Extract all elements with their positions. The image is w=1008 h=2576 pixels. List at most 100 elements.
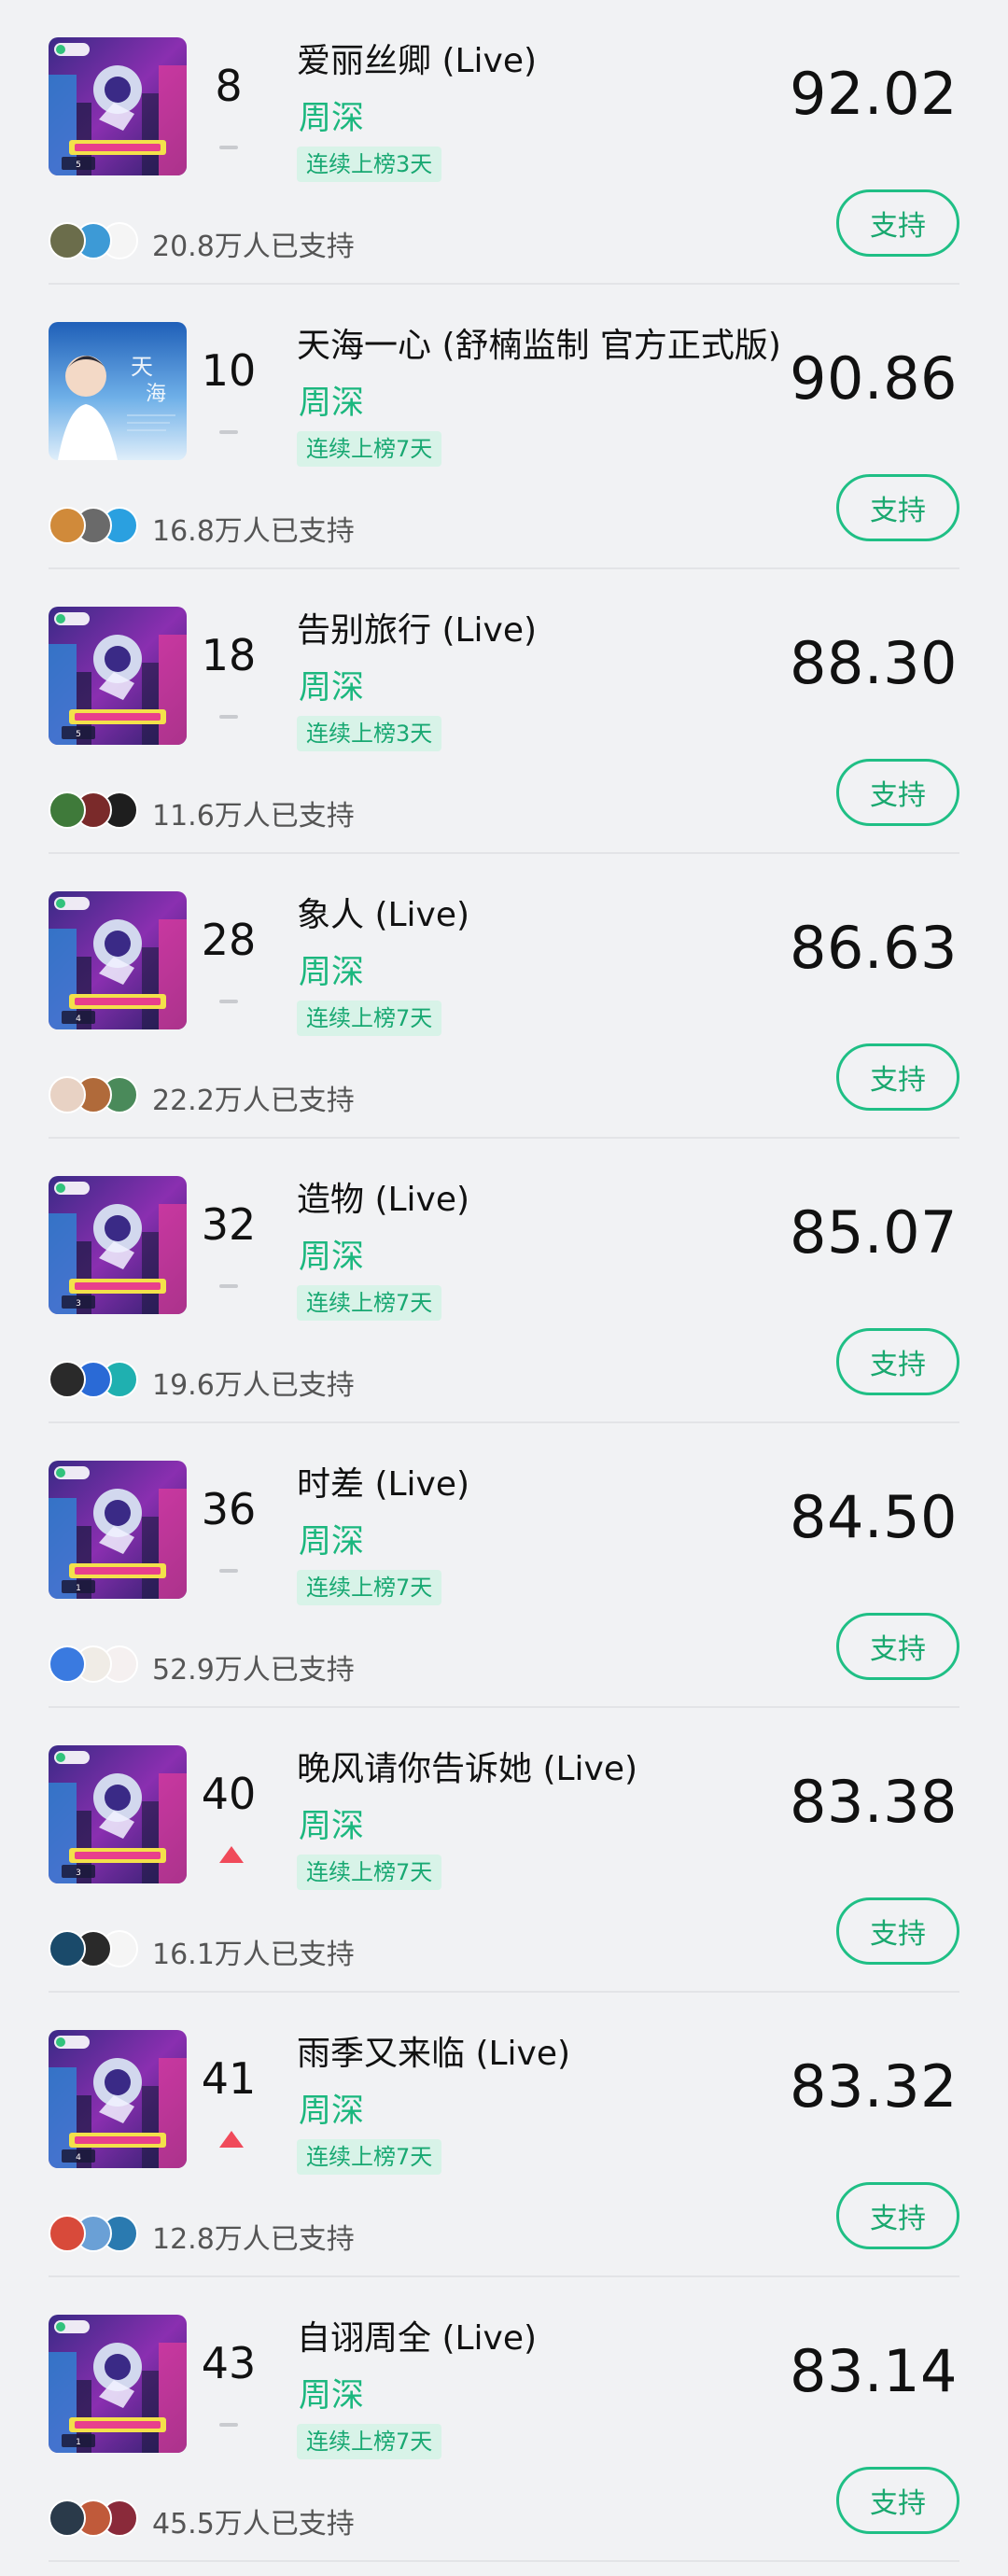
album-cover[interactable]: 5 (49, 607, 187, 745)
rank-trend-icon (219, 1277, 238, 1295)
streak-badge: 连续上榜7天 (297, 1855, 442, 1890)
supporter-avatars (49, 222, 151, 259)
svg-text:5: 5 (76, 161, 81, 170)
list-item[interactable]: 天海 10 天海一心 (舒楠监制 官方正式版) 周深 连续上榜7天 90.86 … (0, 285, 1008, 569)
support-button[interactable]: 支持 (836, 2182, 959, 2249)
list-item[interactable]: 1 43 自诩周全 (Live) 周深 连续上榜7天 83.14 支持 45.5… (0, 2277, 1008, 2562)
song-title[interactable]: 告别旅行 (Live) (297, 603, 537, 651)
song-title[interactable]: 时差 (Live) (297, 1457, 469, 1505)
svg-text:1: 1 (76, 1584, 81, 1593)
rank-trend-icon (219, 1561, 238, 1580)
score-value: 86.63 (790, 914, 958, 982)
score-value: 88.30 (790, 629, 958, 697)
album-cover[interactable]: 5 (49, 37, 187, 175)
streak-badge: 连续上榜3天 (297, 716, 442, 751)
support-button[interactable]: 支持 (836, 759, 959, 826)
list-item[interactable]: 1 36 时差 (Live) 周深 连续上榜7天 84.50 支持 52.9万人… (0, 1423, 1008, 1708)
list-item[interactable]: 5 18 告别旅行 (Live) 周深 连续上榜3天 88.30 支持 11.6… (0, 569, 1008, 854)
list-item[interactable]: 3 32 造物 (Live) 周深 连续上榜7天 85.07 支持 19.6万人… (0, 1139, 1008, 1423)
avatar (49, 507, 86, 544)
streak-badge: 连续上榜7天 (297, 1570, 442, 1605)
rank-trend-icon (219, 2131, 244, 2149)
avatar (49, 1076, 86, 1113)
artist-name[interactable]: 周深 (299, 945, 364, 993)
supporter-avatars (49, 791, 151, 829)
album-cover[interactable]: 1 (49, 1461, 187, 1599)
score-value: 90.86 (790, 344, 958, 413)
support-button[interactable]: 支持 (836, 2467, 959, 2534)
score-value: 84.50 (790, 1483, 958, 1551)
artist-name[interactable]: 周深 (299, 1515, 364, 1562)
avatar (49, 2499, 86, 2537)
avatar (49, 222, 86, 259)
svg-text:1: 1 (76, 2438, 81, 2447)
rank-trend-icon (219, 992, 238, 1011)
streak-badge: 连续上榜7天 (297, 2424, 442, 2459)
supporter-count: 45.5万人已支持 (152, 2508, 355, 2541)
rank-number: 36 (201, 1484, 257, 1534)
song-title[interactable]: 造物 (Live) (297, 1172, 469, 1221)
streak-badge: 连续上榜7天 (297, 1001, 442, 1036)
album-cover[interactable]: 4 (49, 891, 187, 1029)
rank-trend-icon (219, 1846, 244, 1865)
song-title[interactable]: 爱丽丝卿 (Live) (297, 34, 537, 82)
rank-number: 28 (201, 915, 257, 965)
artist-name[interactable]: 周深 (299, 1230, 364, 1278)
supporter-avatars (49, 1361, 151, 1398)
song-title[interactable]: 象人 (Live) (297, 888, 469, 936)
svg-text:5: 5 (76, 730, 81, 739)
rank-number: 40 (201, 1769, 257, 1819)
supporter-count: 19.6万人已支持 (152, 1369, 355, 1402)
supporter-count: 20.8万人已支持 (152, 231, 355, 263)
supporter-avatars (49, 1645, 151, 1683)
streak-badge: 连续上榜7天 (297, 2139, 442, 2175)
list-item[interactable]: 3 40 晚风请你告诉她 (Live) 周深 连续上榜7天 83.38 支持 1… (0, 1708, 1008, 1993)
support-button[interactable]: 支持 (836, 1613, 959, 1680)
support-button[interactable]: 支持 (836, 474, 959, 541)
score-value: 83.32 (790, 2052, 958, 2121)
rank-trend-icon (219, 138, 238, 157)
svg-text:3: 3 (76, 1299, 81, 1309)
avatar (49, 1645, 86, 1683)
supporter-count: 16.1万人已支持 (152, 1939, 355, 1971)
rank-trend-icon (219, 707, 238, 726)
svg-text:4: 4 (76, 2153, 81, 2163)
divider (49, 2560, 959, 2562)
artist-name[interactable]: 周深 (299, 2084, 364, 2132)
support-button[interactable]: 支持 (836, 189, 959, 257)
avatar (49, 2215, 86, 2252)
support-button[interactable]: 支持 (836, 1043, 959, 1111)
album-cover[interactable]: 3 (49, 1745, 187, 1883)
rank-trend-icon (219, 423, 238, 441)
supporter-avatars (49, 1076, 151, 1113)
avatar (49, 1361, 86, 1398)
supporter-avatars (49, 507, 151, 544)
score-value: 83.38 (790, 1768, 958, 1836)
artist-name[interactable]: 周深 (299, 661, 364, 708)
avatar (49, 1930, 86, 1967)
support-button[interactable]: 支持 (836, 1897, 959, 1965)
streak-badge: 连续上榜7天 (297, 431, 442, 467)
streak-badge: 连续上榜3天 (297, 147, 442, 182)
artist-name[interactable]: 周深 (299, 1799, 364, 1847)
support-button[interactable]: 支持 (836, 1328, 959, 1395)
list-item[interactable]: 4 28 象人 (Live) 周深 连续上榜7天 86.63 支持 22.2万人… (0, 854, 1008, 1139)
song-title[interactable]: 天海一心 (舒楠监制 官方正式版) (297, 318, 781, 367)
artist-name[interactable]: 周深 (299, 376, 364, 424)
list-item[interactable]: 5 8 爱丽丝卿 (Live) 周深 连续上榜3天 92.02 支持 20.8万… (0, 0, 1008, 285)
album-cover[interactable]: 4 (49, 2030, 187, 2168)
artist-name[interactable]: 周深 (299, 2369, 364, 2416)
album-cover[interactable]: 1 (49, 2315, 187, 2453)
svg-text:海: 海 (146, 383, 166, 406)
list-item[interactable]: 4 41 雨季又来临 (Live) 周深 连续上榜7天 83.32 支持 12.… (0, 1993, 1008, 2277)
score-value: 85.07 (790, 1198, 958, 1267)
album-cover[interactable]: 天海 (49, 322, 187, 460)
artist-name[interactable]: 周深 (299, 91, 364, 139)
song-title[interactable]: 雨季又来临 (Live) (297, 2026, 570, 2075)
svg-text:3: 3 (76, 1869, 81, 1878)
album-cover[interactable]: 3 (49, 1176, 187, 1314)
supporter-count: 22.2万人已支持 (152, 1085, 355, 1117)
song-title[interactable]: 自诩周全 (Live) (297, 2311, 537, 2359)
song-title[interactable]: 晚风请你告诉她 (Live) (297, 1742, 637, 1790)
supporter-count: 12.8万人已支持 (152, 2223, 355, 2256)
